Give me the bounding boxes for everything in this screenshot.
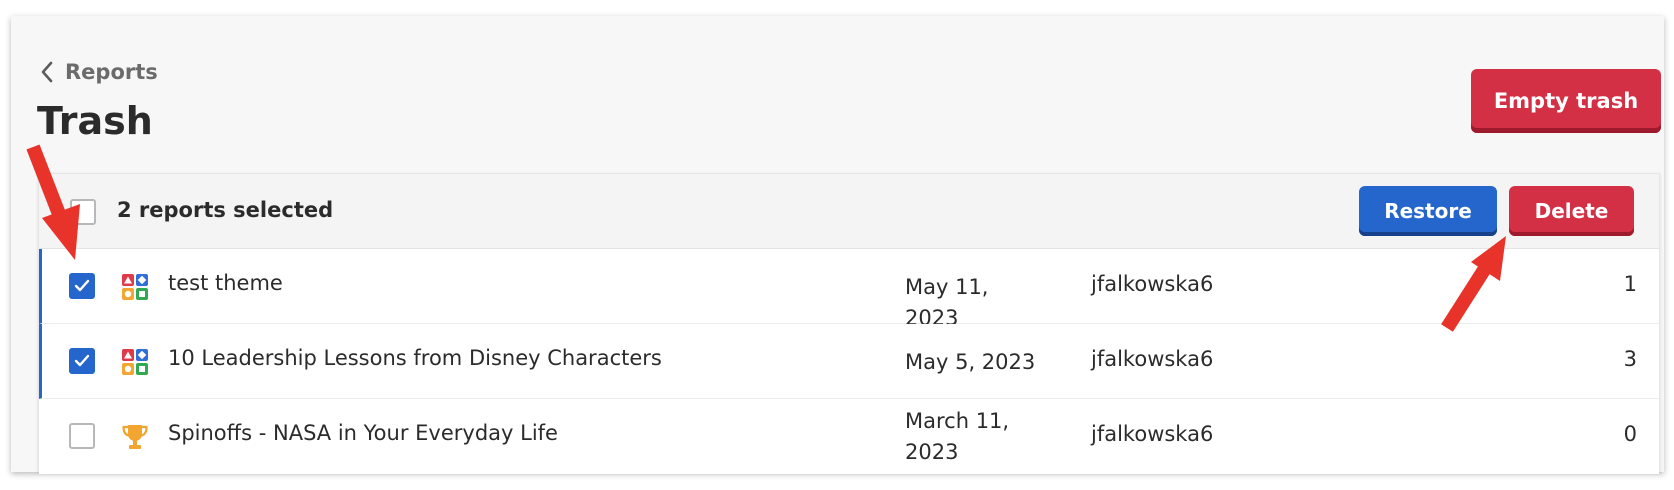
page-title: Trash [37, 99, 153, 143]
trash-panel: Reports Trash Empty trash 2 reports sele… [11, 16, 1664, 474]
delete-button[interactable]: Delete [1509, 186, 1634, 236]
report-name-link[interactable]: 10 Leadership Lessons from Disney Charac… [168, 346, 662, 370]
grid-shapes-icon [122, 349, 148, 375]
report-count: 3 [1623, 347, 1637, 371]
report-owner: jfalkowska6 [1091, 272, 1214, 296]
breadcrumb-label: Reports [65, 60, 158, 84]
select-all-checkbox[interactable] [70, 199, 96, 225]
trophy-icon [122, 425, 148, 449]
report-date: March 11, 2023 [905, 409, 1010, 464]
row-checkbox[interactable] [69, 348, 95, 374]
report-owner: jfalkowska6 [1091, 347, 1214, 371]
report-name-link[interactable]: Spinoffs - NASA in Your Everyday Life [168, 421, 558, 445]
chevron-left-icon [41, 61, 53, 83]
breadcrumb-reports[interactable]: Reports [39, 60, 158, 84]
report-name-link[interactable]: test theme [168, 271, 283, 295]
table-row[interactable]: 10 Leadership Lessons from Disney Charac… [39, 324, 1659, 399]
report-owner: jfalkowska6 [1091, 422, 1214, 446]
row-checkbox[interactable] [69, 423, 95, 449]
checkmark-icon [74, 279, 90, 292]
restore-button[interactable]: Restore [1359, 186, 1497, 236]
selection-summary: 2 reports selected [117, 198, 334, 222]
report-count: 0 [1623, 422, 1637, 446]
row-checkbox[interactable] [69, 273, 95, 299]
empty-trash-button[interactable]: Empty trash [1471, 69, 1661, 133]
report-count: 1 [1623, 272, 1637, 296]
table-row[interactable]: test theme May 11, 2023 jfalkowska6 1 [39, 249, 1659, 330]
report-date: May 5, 2023 [905, 350, 1036, 374]
checkmark-icon [74, 354, 90, 367]
grid-shapes-icon [122, 274, 148, 300]
table-row[interactable]: Spinoffs - NASA in Your Everyday Life Ma… [39, 399, 1659, 474]
